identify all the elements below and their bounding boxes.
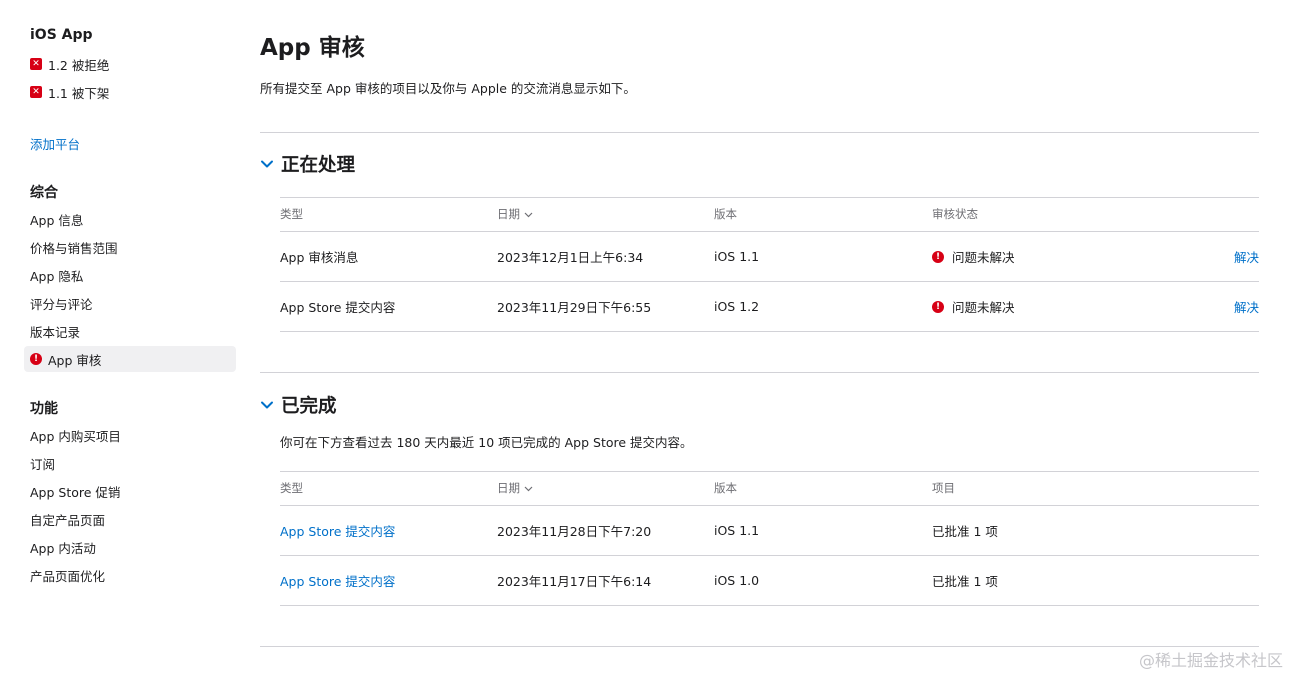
sidebar-item-label: App 内购买项目 [30, 428, 121, 444]
row-version: iOS 1.1 [714, 249, 760, 264]
column-header-version: 版本 [714, 207, 737, 221]
table-border [280, 605, 1259, 606]
section-description-completed: 你可在下方查看过去 180 天内最近 10 项已完成的 App Store 提交… [280, 435, 693, 450]
sidebar-app-title: iOS App [30, 27, 93, 43]
watermark: @稀土掘金技术社区 [1138, 651, 1283, 670]
column-header-date: 日期 [497, 481, 520, 495]
row-status: ! 问题未解决 [932, 282, 1015, 331]
sidebar-version-status-1-2[interactable]: ✕ 1.2 被拒绝 [30, 54, 109, 74]
sidebar-version-status-1-1[interactable]: ✕ 1.1 被下架 [30, 82, 109, 102]
sidebar-item-ratings-reviews[interactable]: 评分与评论 [24, 290, 236, 316]
row-date: 2023年11月28日下午7:20 [497, 524, 652, 539]
resolve-link[interactable]: 解决 [1234, 282, 1259, 331]
submission-link[interactable]: App Store 提交内容 [280, 556, 395, 605]
sidebar-item-app-info[interactable]: App 信息 [24, 206, 236, 232]
chevron-down-icon [261, 401, 273, 409]
table-border [280, 331, 1259, 332]
sidebar-item-label: App 隐私 [30, 268, 84, 284]
column-header-date-sort[interactable]: 日期 [497, 197, 533, 231]
row-items: 已批准 1 项 [932, 524, 998, 539]
sidebar-item-app-store-promotions[interactable]: App Store 促销 [24, 478, 236, 504]
app-store-connect-page: iOS App ✕ 1.2 被拒绝 ✕ 1.1 被下架 添加平台 综合 App … [0, 0, 1289, 677]
table-row: App Store 提交内容 2023年11月28日下午7:20 iOS 1.1… [280, 506, 1259, 555]
sidebar-item-in-app-events[interactable]: App 内活动 [24, 534, 236, 560]
sidebar-item-pricing[interactable]: 价格与销售范围 [24, 234, 236, 260]
sidebar-item-label: 自定产品页面 [30, 512, 106, 528]
section-toggle-in-progress[interactable]: 正在处理 [260, 151, 355, 177]
row-status-label: 问题未解决 [952, 300, 1015, 315]
row-status: ! 问题未解决 [932, 232, 1015, 281]
row-type: App 审核消息 [280, 250, 359, 265]
sidebar-item-label: 版本记录 [30, 324, 81, 340]
sidebar-item-product-page-optimization[interactable]: 产品页面优化 [24, 562, 236, 588]
row-date: 2023年11月29日下午6:55 [497, 300, 652, 315]
rejected-x-icon: ✕ [30, 58, 42, 70]
row-status-label: 问题未解决 [952, 250, 1015, 265]
sidebar-item-custom-product-pages[interactable]: 自定产品页面 [24, 506, 236, 532]
page-title: App 审核 [260, 35, 365, 61]
exclamation-circle-icon: ! [30, 353, 42, 365]
sidebar-item-in-app-purchases[interactable]: App 内购买项目 [24, 422, 236, 448]
sidebar-item-app-review[interactable]: ! App 审核 [24, 346, 236, 372]
row-type: App Store 提交内容 [280, 300, 396, 315]
submission-link[interactable]: App Store 提交内容 [280, 506, 395, 555]
exclamation-circle-icon: ! [932, 300, 944, 313]
sidebar-item-label: App 信息 [30, 212, 84, 228]
sidebar-item-label: 订阅 [30, 456, 56, 472]
sidebar-status-label: 1.2 被拒绝 [48, 57, 110, 73]
row-version: iOS 1.2 [714, 299, 760, 314]
table-row: App Store 提交内容 2023年11月29日下午6:55 iOS 1.2… [280, 282, 1259, 331]
chevron-down-icon [261, 160, 273, 168]
sort-chevron-down-icon [524, 486, 533, 491]
page-description: 所有提交至 App 审核的项目以及你与 Apple 的交流消息显示如下。 [260, 81, 636, 96]
divider [260, 372, 1259, 373]
table-header-row: 类型 日期 版本 项目 [280, 471, 1259, 505]
divider [260, 646, 1259, 647]
column-header-version: 版本 [714, 481, 737, 495]
column-header-review-status: 审核状态 [932, 207, 978, 221]
column-header-type: 类型 [280, 207, 303, 221]
sort-chevron-down-icon [524, 212, 533, 217]
column-header-items: 项目 [932, 481, 955, 495]
row-items: 已批准 1 项 [932, 574, 998, 589]
sidebar-item-label: App 内活动 [30, 540, 96, 556]
column-header-date-sort[interactable]: 日期 [497, 471, 533, 505]
table-row: App 审核消息 2023年12月1日上午6:34 iOS 1.1 ! 问题未解… [280, 232, 1259, 281]
sidebar-item-label: 评分与评论 [30, 296, 93, 312]
sidebar-item-label: App Store 促销 [30, 484, 121, 500]
sidebar-item-app-privacy[interactable]: App 隐私 [24, 262, 236, 288]
row-date: 2023年12月1日上午6:34 [497, 250, 644, 265]
sidebar-item-version-history[interactable]: 版本记录 [24, 318, 236, 344]
column-header-type: 类型 [280, 481, 303, 495]
sidebar-item-label: 产品页面优化 [30, 568, 106, 584]
section-title-completed: 已完成 [281, 396, 337, 417]
section-title-in-progress: 正在处理 [281, 155, 356, 176]
add-platform-link[interactable]: 添加平台 [30, 134, 80, 153]
section-toggle-completed[interactable]: 已完成 [260, 392, 337, 418]
row-date: 2023年11月17日下午6:14 [497, 574, 652, 589]
sidebar-section-general: 综合 [30, 185, 58, 201]
table-row: App Store 提交内容 2023年11月17日下午6:14 iOS 1.0… [280, 556, 1259, 605]
sidebar-status-label: 1.1 被下架 [48, 85, 110, 101]
removed-x-icon: ✕ [30, 86, 42, 98]
row-version: iOS 1.0 [714, 573, 760, 588]
sidebar-item-label: 价格与销售范围 [30, 240, 118, 256]
row-version: iOS 1.1 [714, 523, 760, 538]
column-header-date: 日期 [497, 207, 520, 221]
sidebar-item-label: App 审核 [48, 352, 102, 368]
divider [260, 132, 1259, 133]
exclamation-circle-icon: ! [932, 250, 944, 263]
table-header-row: 类型 日期 版本 审核状态 [280, 197, 1259, 231]
resolve-link[interactable]: 解决 [1234, 232, 1259, 281]
sidebar-item-subscriptions[interactable]: 订阅 [24, 450, 236, 476]
sidebar-section-features: 功能 [30, 401, 58, 417]
